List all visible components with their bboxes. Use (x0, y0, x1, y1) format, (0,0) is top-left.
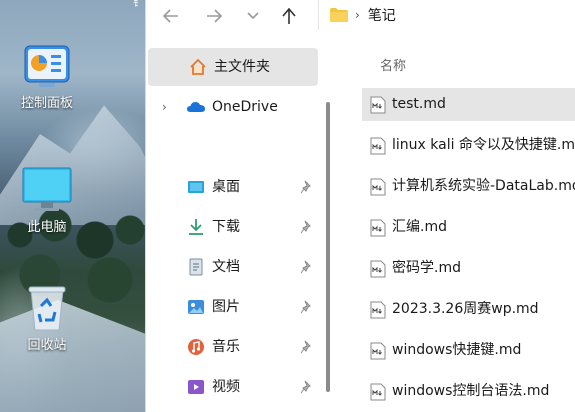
navigation-pane-scrollbar[interactable] (326, 102, 330, 392)
desktop: 钅 控制面板 此电脑 回收站 (0, 0, 145, 412)
sidebar-item-home[interactable]: 主文件夹 (148, 48, 318, 86)
file-row[interactable]: windows控制台语法.md (362, 375, 575, 408)
breadcrumb-separator: › (355, 8, 360, 22)
sidebar-item-label: 音乐 (212, 339, 240, 355)
pin-icon[interactable] (300, 220, 314, 234)
sidebar-item-desktop[interactable]: 桌面 (146, 168, 318, 206)
markdown-file-icon (370, 219, 386, 237)
up-button[interactable] (276, 4, 302, 28)
pin-icon[interactable] (300, 300, 314, 314)
desktop-icon-label: 控制面板 (20, 96, 73, 111)
file-explorer-window: › 笔记 主文件夹 › OneDrive 桌面 下载 文档 图片 音乐 视频 名… (145, 0, 575, 412)
sidebar-item-documents[interactable]: 文档 (146, 248, 318, 286)
pin-icon[interactable] (300, 380, 314, 394)
folder-icon (330, 8, 348, 22)
recycle-bin-icon (28, 286, 66, 331)
file-row[interactable]: 密码学.md (362, 252, 575, 285)
back-arrow-icon (162, 9, 178, 23)
document-icon (189, 258, 203, 276)
markdown-file-icon (370, 383, 386, 401)
sidebar-item-label: 桌面 (212, 179, 240, 195)
pictures-icon (188, 300, 204, 314)
desktop-icon-this-pc[interactable]: 此电脑 (2, 166, 92, 236)
sidebar-item-label: 文档 (212, 259, 240, 275)
pin-icon[interactable] (300, 340, 314, 354)
file-row[interactable]: 2023.3.26周赛wp.md (362, 293, 575, 326)
forward-button[interactable] (201, 4, 227, 28)
navigation-pane: 主文件夹 › OneDrive 桌面 下载 文档 图片 音乐 视频 (146, 34, 336, 412)
file-name: windows控制台语法.md (392, 383, 550, 399)
sidebar-item-videos[interactable]: 视频 (146, 368, 318, 406)
sidebar-item-onedrive[interactable]: › OneDrive (146, 88, 318, 126)
forward-arrow-icon (207, 9, 223, 23)
pin-icon[interactable] (300, 260, 314, 274)
file-name: 2023.3.26周赛wp.md (392, 301, 539, 317)
recent-locations-button[interactable] (240, 4, 266, 28)
chevron-right-icon[interactable]: › (162, 100, 167, 114)
file-name: 汇编.md (392, 219, 447, 235)
sidebar-item-music[interactable]: 音乐 (146, 328, 318, 366)
file-name: test.md (392, 96, 446, 112)
markdown-file-icon (370, 137, 386, 155)
onedrive-cloud-icon (187, 102, 205, 112)
desktop-icon-label: 此电脑 (27, 220, 67, 235)
sidebar-item-label: 视频 (212, 379, 240, 395)
file-name: 计算机系统实验-DataLab.md (392, 178, 575, 194)
sidebar-item-label: 下载 (212, 219, 240, 235)
file-row[interactable]: windows快捷键.md (362, 334, 575, 367)
pin-icon[interactable] (300, 180, 314, 194)
desktop-icon-control-panel[interactable]: 控制面板 (2, 42, 92, 112)
home-icon (190, 58, 206, 75)
sidebar-item-pictures[interactable]: 图片 (146, 288, 318, 326)
control-panel-icon (24, 45, 70, 87)
monitor-icon (22, 167, 72, 211)
sidebar-item-label: OneDrive (212, 99, 278, 115)
desktop-icon-recycle-bin[interactable]: 回收站 (2, 284, 92, 354)
up-arrow-icon (282, 7, 296, 24)
desktop-clipped-label: 钅 (133, 0, 143, 8)
file-row[interactable]: 计算机系统实验-DataLab.md (362, 170, 575, 203)
file-row[interactable]: linux kali 命令以及快捷键.md (362, 129, 575, 162)
markdown-file-icon (370, 260, 386, 278)
file-name: windows快捷键.md (392, 342, 522, 358)
file-name: linux kali 命令以及快捷键.md (392, 137, 575, 153)
chevron-down-icon (247, 12, 259, 20)
desktop-icon-label: 回收站 (27, 338, 67, 353)
file-row[interactable]: 汇编.md (362, 211, 575, 244)
markdown-file-icon (370, 301, 386, 319)
back-button[interactable] (158, 4, 184, 28)
file-list: 名称 test.md linux kali 命令以及快捷键.md 计算机系统实验… (342, 34, 575, 412)
file-row[interactable]: test.md (362, 88, 575, 121)
address-bar[interactable]: › 笔记 (318, 0, 575, 30)
sidebar-item-downloads[interactable]: 下载 (146, 208, 318, 246)
sidebar-item-label: 图片 (212, 299, 240, 315)
download-icon (189, 219, 203, 235)
column-header-name[interactable]: 名称 (380, 55, 406, 74)
markdown-file-icon (370, 342, 386, 360)
navigation-bar: › 笔记 (146, 0, 575, 34)
markdown-file-icon (370, 96, 386, 114)
sidebar-item-label: 主文件夹 (214, 59, 270, 75)
video-icon (188, 380, 204, 394)
breadcrumb-current-folder[interactable]: 笔记 (368, 5, 396, 25)
markdown-file-icon (370, 178, 386, 196)
desktop-icon (188, 181, 204, 193)
music-icon (188, 339, 204, 355)
file-name: 密码学.md (392, 260, 461, 276)
